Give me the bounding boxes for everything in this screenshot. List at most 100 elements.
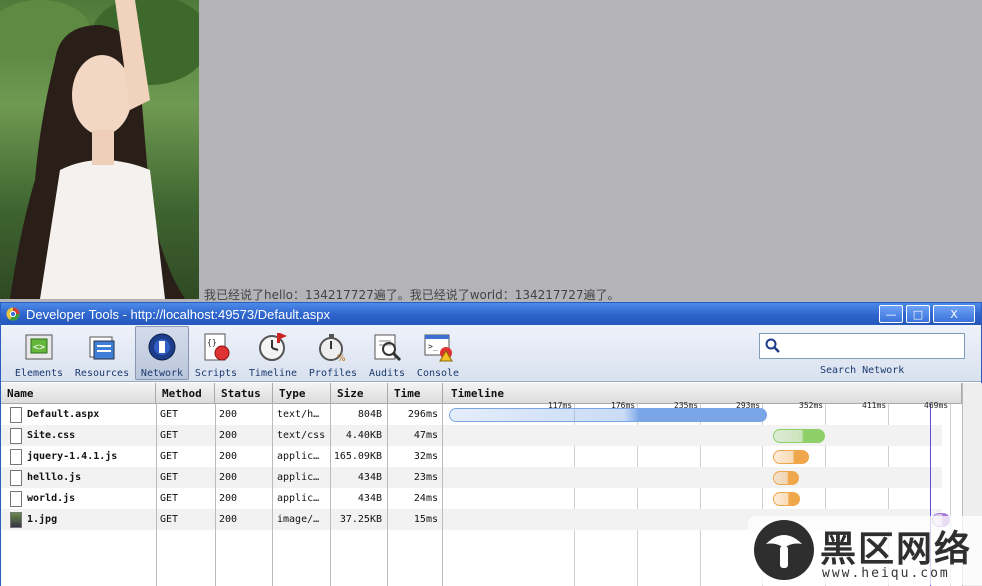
close-icon: X: [950, 307, 958, 321]
type-cell: text/h…: [277, 409, 320, 420]
column-divider: [215, 404, 216, 586]
timeline-icon: [259, 333, 287, 361]
timeline-tick-label: 411ms: [862, 401, 887, 410]
method-cell: GET: [160, 493, 179, 504]
time-cell: 23ms: [413, 472, 438, 483]
network-icon: [148, 333, 176, 361]
watermark: 黑区网络 www.heiqu.com: [748, 516, 982, 585]
watermark-logo-icon: [754, 520, 814, 580]
watermark-url: www.heiqu.com: [822, 566, 950, 581]
tab-audits[interactable]: Audits: [363, 327, 411, 379]
table-row[interactable]: Site.css GET 200 text/css 4.40KB 47ms: [1, 425, 942, 446]
minimize-button[interactable]: —: [879, 305, 903, 323]
type-cell: applic…: [277, 493, 320, 504]
page-body-text: 我已经说了hello：134217727遍了。我已经说了world：134217…: [204, 288, 620, 302]
maximize-icon: □: [912, 307, 924, 321]
column-header-status[interactable]: Status: [215, 383, 273, 404]
type-cell: applic…: [277, 472, 320, 483]
profiles-icon: %: [319, 334, 346, 364]
svg-text:>_: >_: [428, 342, 438, 351]
column-header-name[interactable]: Name: [1, 383, 156, 404]
tab-label: Console: [416, 368, 460, 379]
table-row[interactable]: jquery-1.4.1.js GET 200 applic… 165.09KB 32ms: [1, 446, 942, 467]
time-cell: 15ms: [413, 514, 438, 525]
table-row[interactable]: helllo.js GET 200 applic… 434B 23ms: [1, 467, 942, 488]
timeline-bar[interactable]: [772, 471, 800, 485]
document-file-icon: [10, 449, 22, 465]
search-icon: [765, 338, 780, 353]
app-logo-icon: [6, 307, 20, 321]
method-cell: GET: [160, 451, 179, 462]
page-photo: [0, 0, 199, 299]
column-header-method[interactable]: Method: [156, 383, 215, 404]
tab-label: Profiles: [308, 368, 358, 379]
resources-icon: [89, 336, 115, 360]
image-file-icon: [10, 512, 22, 528]
status-cell: 200: [219, 451, 238, 462]
document-file-icon: [10, 491, 22, 507]
column-divider: [272, 404, 273, 586]
time-cell: 296ms: [407, 409, 438, 420]
timeline-tick-label: 352ms: [799, 401, 824, 410]
size-cell: 165.09KB: [333, 451, 382, 462]
size-cell: 434B: [357, 472, 382, 483]
search-input[interactable]: [784, 337, 962, 355]
status-cell: 200: [219, 409, 238, 420]
svg-text:{}: {}: [207, 338, 217, 347]
tab-label: Network: [140, 368, 184, 379]
method-cell: GET: [160, 409, 179, 420]
timeline-bar[interactable]: [772, 450, 809, 464]
status-cell: 200: [219, 430, 238, 441]
tab-profiles[interactable]: % Profiles: [307, 327, 359, 379]
svg-text:<>: <>: [33, 342, 45, 353]
timeline-bar[interactable]: [449, 408, 768, 422]
tab-label: Scripts: [194, 368, 238, 379]
column-header-size[interactable]: Size: [331, 383, 388, 404]
timeline-tick-label: 176ms: [611, 401, 636, 410]
time-cell: 24ms: [413, 493, 438, 504]
method-cell: GET: [160, 430, 179, 441]
watermark-text: 黑区网络: [820, 529, 973, 570]
size-cell: 4.40KB: [345, 430, 382, 441]
panel-toolbar: <> Elements Resources Network {} Scripts…: [1, 325, 981, 382]
column-divider: [387, 404, 388, 586]
timeline-bar[interactable]: [772, 429, 825, 443]
name-cell: jquery-1.4.1.js: [27, 451, 118, 462]
column-divider: [330, 404, 331, 586]
tab-timeline[interactable]: Timeline: [247, 327, 299, 379]
search-network-field[interactable]: [759, 333, 965, 359]
name-cell: 1.jpg: [27, 514, 58, 525]
name-cell: Site.css: [27, 430, 76, 441]
tab-console[interactable]: >_ Console: [415, 327, 461, 379]
window-titlebar[interactable]: Developer Tools - http://localhost:49573…: [1, 303, 981, 325]
status-cell: 200: [219, 514, 238, 525]
column-header-time[interactable]: Time: [388, 383, 443, 404]
elements-icon: <>: [25, 334, 53, 360]
timeline-tick-label: 117ms: [547, 401, 573, 410]
timeline-bar[interactable]: [772, 492, 801, 506]
timeline-tick-label: 293ms: [736, 401, 761, 410]
audits-icon: [374, 334, 402, 362]
type-cell: applic…: [277, 451, 320, 462]
close-button[interactable]: X: [933, 305, 975, 323]
size-cell: 804B: [357, 409, 382, 420]
method-cell: GET: [160, 472, 179, 483]
column-divider: [156, 404, 157, 586]
tab-label: Elements: [14, 368, 64, 379]
column-header-type[interactable]: Type: [273, 383, 331, 404]
search-network-label: Search Network: [820, 365, 905, 376]
tab-elements[interactable]: <> Elements: [11, 327, 67, 379]
tab-network[interactable]: Network: [135, 326, 189, 380]
column-header-timeline[interactable]: Timeline 117ms 176ms 235ms 293ms 352ms 411ms 4…: [443, 383, 962, 410]
tab-resources[interactable]: Resources: [73, 327, 131, 379]
table-row[interactable]: world.js GET 200 applic… 434B 24ms: [1, 488, 942, 509]
document-file-icon: [10, 407, 22, 423]
status-cell: 200: [219, 493, 238, 504]
console-icon: >_: [424, 334, 453, 362]
time-cell: 32ms: [413, 451, 438, 462]
name-cell: world.js: [27, 493, 76, 504]
maximize-button[interactable]: □: [906, 305, 930, 323]
tab-label: Resources: [74, 368, 130, 379]
tab-scripts[interactable]: {} Scripts: [191, 327, 241, 379]
time-cell: 47ms: [413, 430, 438, 441]
